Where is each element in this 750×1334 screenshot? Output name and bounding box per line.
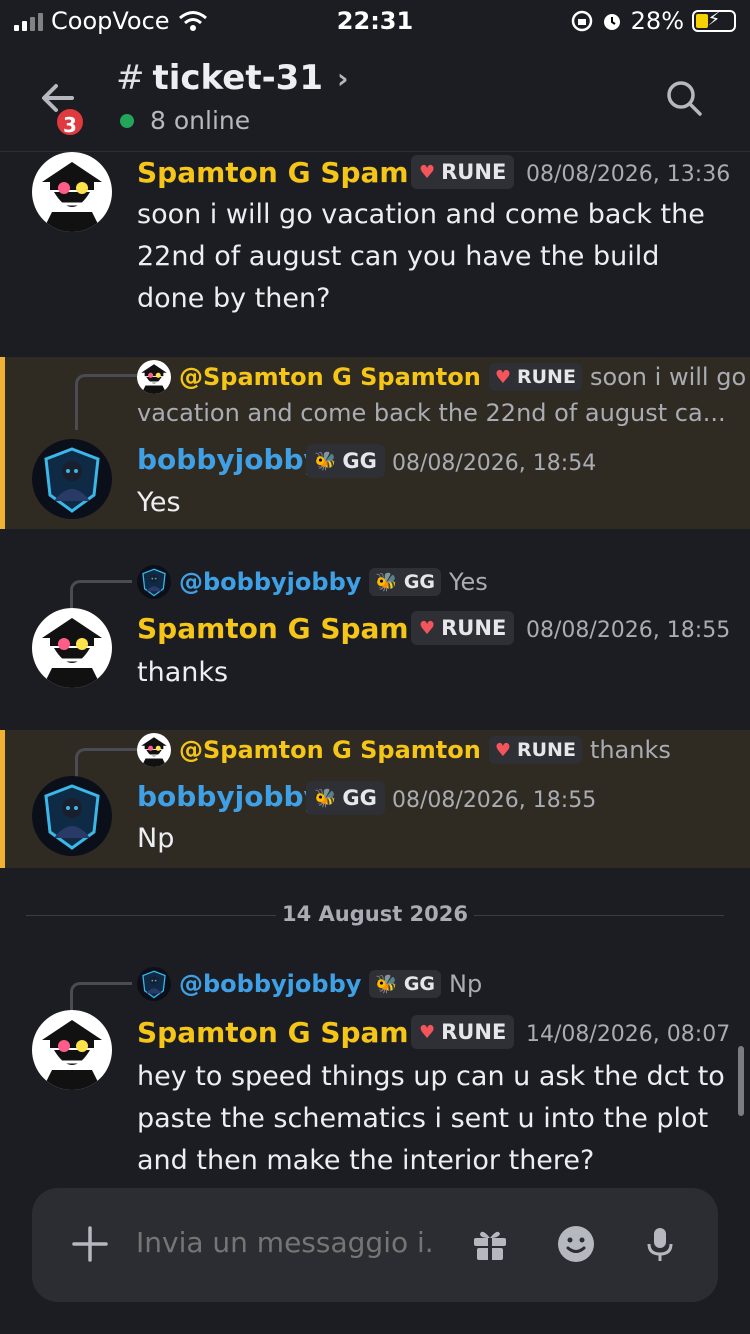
role-tag: 🐝 GG [306,781,385,815]
reply-text: Yes [449,568,488,596]
message-text: Np [137,823,175,854]
plus-icon[interactable] [70,1224,110,1264]
reply-preview[interactable]: @bobbyjobby 🐝 GG Np [137,964,482,1004]
bee-icon: 🐝 [375,571,398,593]
timestamp: 08/08/2026, 18:55 [392,788,597,813]
heart-icon: ♥ [419,161,436,183]
battery-percent: 28% [630,7,684,35]
timestamp: 14/08/2026, 08:07 [526,1022,731,1047]
reply-preview[interactable]: @Spamton G Spamton ♥ RUNE soon i will go [137,357,746,397]
date-divider-label: 14 August 2026 [281,902,469,926]
role-tag: 🐝 GG [306,444,385,478]
alarm-icon [603,14,620,30]
message-text: soon i will go vacation and come back th… [137,199,705,314]
battery-icon: ⚡ [692,9,736,32]
date-divider: 14 August 2026 [26,900,724,930]
online-status: 8 online [120,106,250,135]
heart-icon: ♥ [494,739,511,761]
reply-author: @bobbyjobby [179,970,362,998]
message-list[interactable]: Spamton G Spam... ♥ RUNE 08/08/2026, 13:3… [0,152,750,1188]
orientation-lock-icon [571,10,592,32]
reply-role-tag-label: GG [403,571,436,593]
chevron-right-icon: › [337,61,349,95]
channel-header: 3 # ticket-31 › 8 online [0,44,750,152]
reply-role-tag-label: RUNE [516,366,576,388]
thread-lock-icon: # [116,58,145,98]
author-name[interactable]: Spamton G Spam... [137,612,441,645]
author-name[interactable]: bobbyjobby [137,443,322,476]
reply-author: @Spamton G Spamton [179,736,481,764]
message-text: Yes [137,487,181,518]
avatar[interactable] [32,1010,112,1090]
reply-preview[interactable]: @Spamton G Spamton ♥ RUNE thanks [137,730,671,770]
bee-icon: 🐝 [375,973,398,995]
reply-avatar [137,733,171,767]
channel-title[interactable]: # ticket-31 › [116,58,349,98]
message-item[interactable]: @bobbyjobby 🐝 GG Yes Spamton G Spam... ♥ R… [0,562,750,727]
emoji-icon[interactable] [556,1224,596,1264]
message-item[interactable]: @bobbyjobby 🐝 GG Np Spamton G Spam... ♥ RU… [0,964,750,1188]
heart-icon: ♥ [419,1021,436,1043]
online-dot-icon [120,113,134,128]
role-tag-label: GG [342,449,377,473]
author-name[interactable]: Spamton G Spam... [137,156,441,189]
message-text: thanks [137,657,229,688]
channel-name: ticket-31 [152,58,324,98]
reply-role-tag-label: RUNE [516,739,576,761]
bee-icon: 🐝 [314,450,337,472]
role-tag-label: RUNE [441,160,507,184]
bee-icon: 🐝 [314,787,337,809]
gift-icon[interactable] [470,1224,510,1264]
heart-icon: ♥ [494,366,511,388]
reply-author: @Spamton G Spamton [179,363,481,391]
avatar[interactable] [32,608,112,688]
message-item[interactable]: @Spamton G Spamton ♥ RUNE soon i will go … [0,357,750,529]
scrollbar[interactable] [738,1046,744,1116]
unread-badge: 3 [54,106,86,138]
avatar[interactable] [32,776,112,856]
reply-avatar [137,967,171,1001]
timestamp: 08/08/2026, 18:55 [526,618,731,643]
reply-role-tag: 🐝 GG [369,568,442,596]
heart-icon: ♥ [419,617,436,639]
timestamp: 08/08/2026, 18:54 [392,451,597,476]
message-text: hey to speed things up can u ask the dct… [137,1061,725,1176]
reply-role-tag: ♥ RUNE [488,736,582,764]
role-tag: ♥ RUNE [411,155,515,189]
search-icon[interactable] [664,78,704,118]
avatar[interactable] [32,152,112,232]
message-input[interactable] [136,1226,436,1259]
reply-author: @bobbyjobby [179,568,362,596]
reply-text: Np [449,970,483,998]
reply-role-tag: ♥ RUNE [488,363,582,391]
reply-text: soon i will go [589,363,747,391]
online-count: 8 online [150,106,251,135]
status-bar: CoopVoce 22:31 28% ⚡ [0,0,750,44]
microphone-icon[interactable] [640,1224,680,1264]
role-tag-label: RUNE [441,1020,507,1044]
reply-text-continued: vacation and come back the 22nd of augus… [137,399,726,427]
role-tag: ♥ RUNE [411,1015,515,1049]
reply-spine [75,374,137,430]
message-composer [32,1188,718,1302]
reply-preview[interactable]: @bobbyjobby 🐝 GG Yes [137,562,488,602]
role-tag-label: RUNE [441,616,507,640]
reply-role-tag: 🐝 GG [369,970,442,998]
reply-text: thanks [589,736,671,764]
role-tag-label: GG [342,786,377,810]
role-tag: ♥ RUNE [411,611,515,645]
timestamp: 08/08/2026, 13:36 [526,162,731,187]
avatar[interactable] [32,439,112,519]
reply-role-tag-label: GG [403,973,436,995]
message-item[interactable]: @Spamton G Spamton ♥ RUNE thanks bobbyjob… [0,730,750,868]
reply-avatar [137,565,171,599]
author-name[interactable]: Spamton G Spam... [137,1016,441,1049]
reply-avatar [137,360,171,394]
author-name[interactable]: bobbyjobby [137,780,322,813]
message-item[interactable]: Spamton G Spam... ♥ RUNE 08/08/2026, 13:3… [0,152,750,352]
